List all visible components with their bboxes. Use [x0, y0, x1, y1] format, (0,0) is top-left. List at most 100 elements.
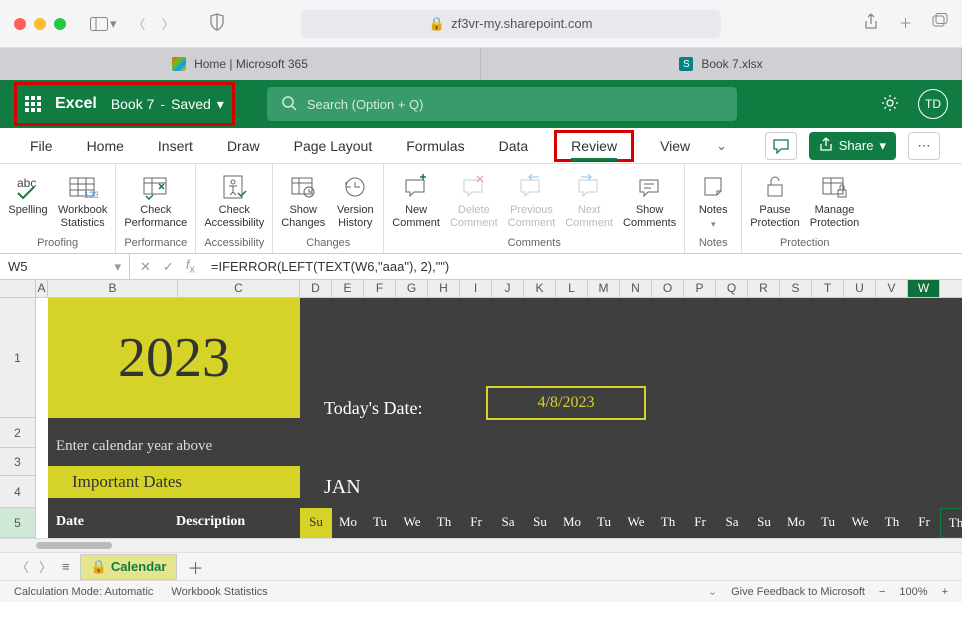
share-button[interactable]: Share ▾ [809, 132, 896, 160]
check-performance-button[interactable]: Check Performance [122, 168, 189, 237]
ribbon-label: Pause Protection [750, 204, 800, 230]
add-sheet-button[interactable]: ＋ [187, 555, 203, 579]
date-column-header: Date [56, 514, 84, 530]
tabs-overview-icon[interactable] [932, 13, 948, 34]
row-header[interactable]: 3 [0, 448, 35, 476]
tab-nav-prev-icon[interactable]: 〈 [16, 557, 29, 576]
maximize-window-button[interactable] [54, 18, 66, 30]
lock-icon: 🔒 [91, 559, 107, 575]
more-options-button[interactable]: ⋯ [908, 132, 940, 160]
menu-tab-review[interactable]: Review [554, 130, 634, 162]
menu-tab-file[interactable]: File [22, 130, 61, 162]
file-status: Saved [171, 96, 211, 112]
formula-bar[interactable]: =IFERROR(LEFT(TEXT(W6,"aaa"), 2),"") [205, 259, 962, 275]
accept-formula-icon[interactable]: ✓ [163, 259, 174, 275]
col-header[interactable]: F [364, 280, 396, 297]
col-header[interactable]: R [748, 280, 780, 297]
col-header-active[interactable]: W [908, 280, 940, 297]
manage-protection-button[interactable]: Manage Protection [808, 168, 862, 237]
col-header[interactable]: P [684, 280, 716, 297]
notes-button[interactable]: Notes ▾ [691, 168, 735, 237]
avatar-initials: TD [925, 97, 941, 111]
next-comment-button: Next Comment [563, 168, 615, 237]
col-header[interactable]: L [556, 280, 588, 297]
browser-tab-home[interactable]: Home | Microsoft 365 [0, 48, 481, 80]
row-header[interactable]: 2 [0, 418, 35, 448]
sheet-tab-calendar[interactable]: 🔒 Calendar [80, 554, 178, 580]
all-sheets-icon[interactable]: ≡ [62, 559, 70, 574]
browser-tab-book7[interactable]: S Book 7.xlsx [481, 48, 962, 80]
col-header[interactable]: S [780, 280, 812, 297]
share-icon[interactable] [863, 13, 879, 34]
comments-pane-button[interactable] [765, 132, 797, 160]
address-bar[interactable]: 🔒 zf3vr-my.sharepoint.com [301, 10, 721, 38]
col-header[interactable]: Q [716, 280, 748, 297]
col-header[interactable]: N [620, 280, 652, 297]
show-comments-button[interactable]: Show Comments [621, 168, 678, 237]
scrollbar-thumb[interactable] [36, 542, 112, 549]
sheet-tab-label: Calendar [111, 559, 167, 574]
menu-more-chevron-icon[interactable]: ⌄ [716, 138, 727, 154]
show-changes-button[interactable]: Show Changes [279, 168, 327, 237]
new-comment-button[interactable]: New Comment [390, 168, 442, 237]
workbook-stats-label[interactable]: Workbook Statistics [171, 586, 267, 598]
col-header[interactable]: U [844, 280, 876, 297]
name-box[interactable]: W5 ▾ [0, 254, 130, 279]
user-avatar[interactable]: TD [918, 89, 948, 119]
col-header[interactable]: D [300, 280, 332, 297]
row-header-active[interactable]: 5 [0, 508, 35, 538]
col-header[interactable]: E [332, 280, 364, 297]
title-left: Excel Book 7 - Saved ▾ [14, 82, 235, 126]
row-header[interactable]: 4 [0, 476, 35, 508]
menu-tab-page-layout[interactable]: Page Layout [286, 130, 381, 162]
zoom-out-button[interactable]: − [879, 586, 885, 598]
app-launcher-button[interactable] [25, 96, 41, 112]
col-header[interactable]: I [460, 280, 492, 297]
settings-icon[interactable] [880, 93, 900, 116]
sheet-tabs: 〈 〉 ≡ 🔒 Calendar ＋ [0, 552, 962, 580]
close-window-button[interactable] [14, 18, 26, 30]
col-header[interactable]: G [396, 280, 428, 297]
menu-tab-draw[interactable]: Draw [219, 130, 268, 162]
feedback-link[interactable]: Give Feedback to Microsoft [731, 586, 865, 598]
file-name-button[interactable]: Book 7 - Saved ▾ [111, 96, 224, 113]
forward-button[interactable]: 〉 [162, 14, 175, 33]
menu-tab-insert[interactable]: Insert [150, 130, 201, 162]
horizontal-scrollbar[interactable] [0, 538, 962, 552]
minimize-window-button[interactable] [34, 18, 46, 30]
menu-tab-view[interactable]: View [652, 130, 698, 162]
col-header[interactable]: B [48, 280, 178, 297]
col-header[interactable]: O [652, 280, 684, 297]
spelling-button[interactable]: abc Spelling [6, 168, 50, 237]
day-cell: Mo [780, 508, 812, 538]
col-header[interactable]: H [428, 280, 460, 297]
col-header[interactable]: J [492, 280, 524, 297]
tab-nav-next-icon[interactable]: 〉 [39, 557, 52, 576]
select-all-corner[interactable] [0, 280, 36, 297]
col-header[interactable]: A [36, 280, 48, 297]
search-box[interactable]: Search (Option + Q) [267, 87, 737, 121]
fx-icon[interactable]: fx [186, 257, 195, 276]
col-header[interactable]: C [178, 280, 300, 297]
check-accessibility-button[interactable]: Check Accessibility [202, 168, 266, 237]
menu-tab-formulas[interactable]: Formulas [398, 130, 472, 162]
version-history-button[interactable]: Version History [333, 168, 377, 237]
pause-protection-button[interactable]: Pause Protection [748, 168, 802, 237]
workbook-statistics-button[interactable]: 123 Workbook Statistics [56, 168, 109, 237]
col-header[interactable]: M [588, 280, 620, 297]
row-header[interactable]: 1 [0, 298, 35, 418]
new-tab-icon[interactable]: ＋ [899, 13, 912, 34]
col-header[interactable]: V [876, 280, 908, 297]
back-button[interactable]: 〈 [133, 14, 146, 33]
cancel-formula-icon[interactable]: ✕ [140, 259, 151, 275]
help-dropdown-icon[interactable]: ⌄ [708, 585, 717, 598]
day-cell: Fr [684, 508, 716, 538]
zoom-in-button[interactable]: + [942, 586, 948, 598]
shield-icon[interactable] [209, 13, 225, 34]
sidebar-toggle-button[interactable]: ▾ [90, 16, 117, 32]
menu-tab-home[interactable]: Home [79, 130, 132, 162]
col-header[interactable]: T [812, 280, 844, 297]
col-header[interactable]: K [524, 280, 556, 297]
cells[interactable]: 2023 Today's Date: 4/8/2023 Enter calend… [36, 298, 962, 538]
menu-tab-data[interactable]: Data [491, 130, 537, 162]
